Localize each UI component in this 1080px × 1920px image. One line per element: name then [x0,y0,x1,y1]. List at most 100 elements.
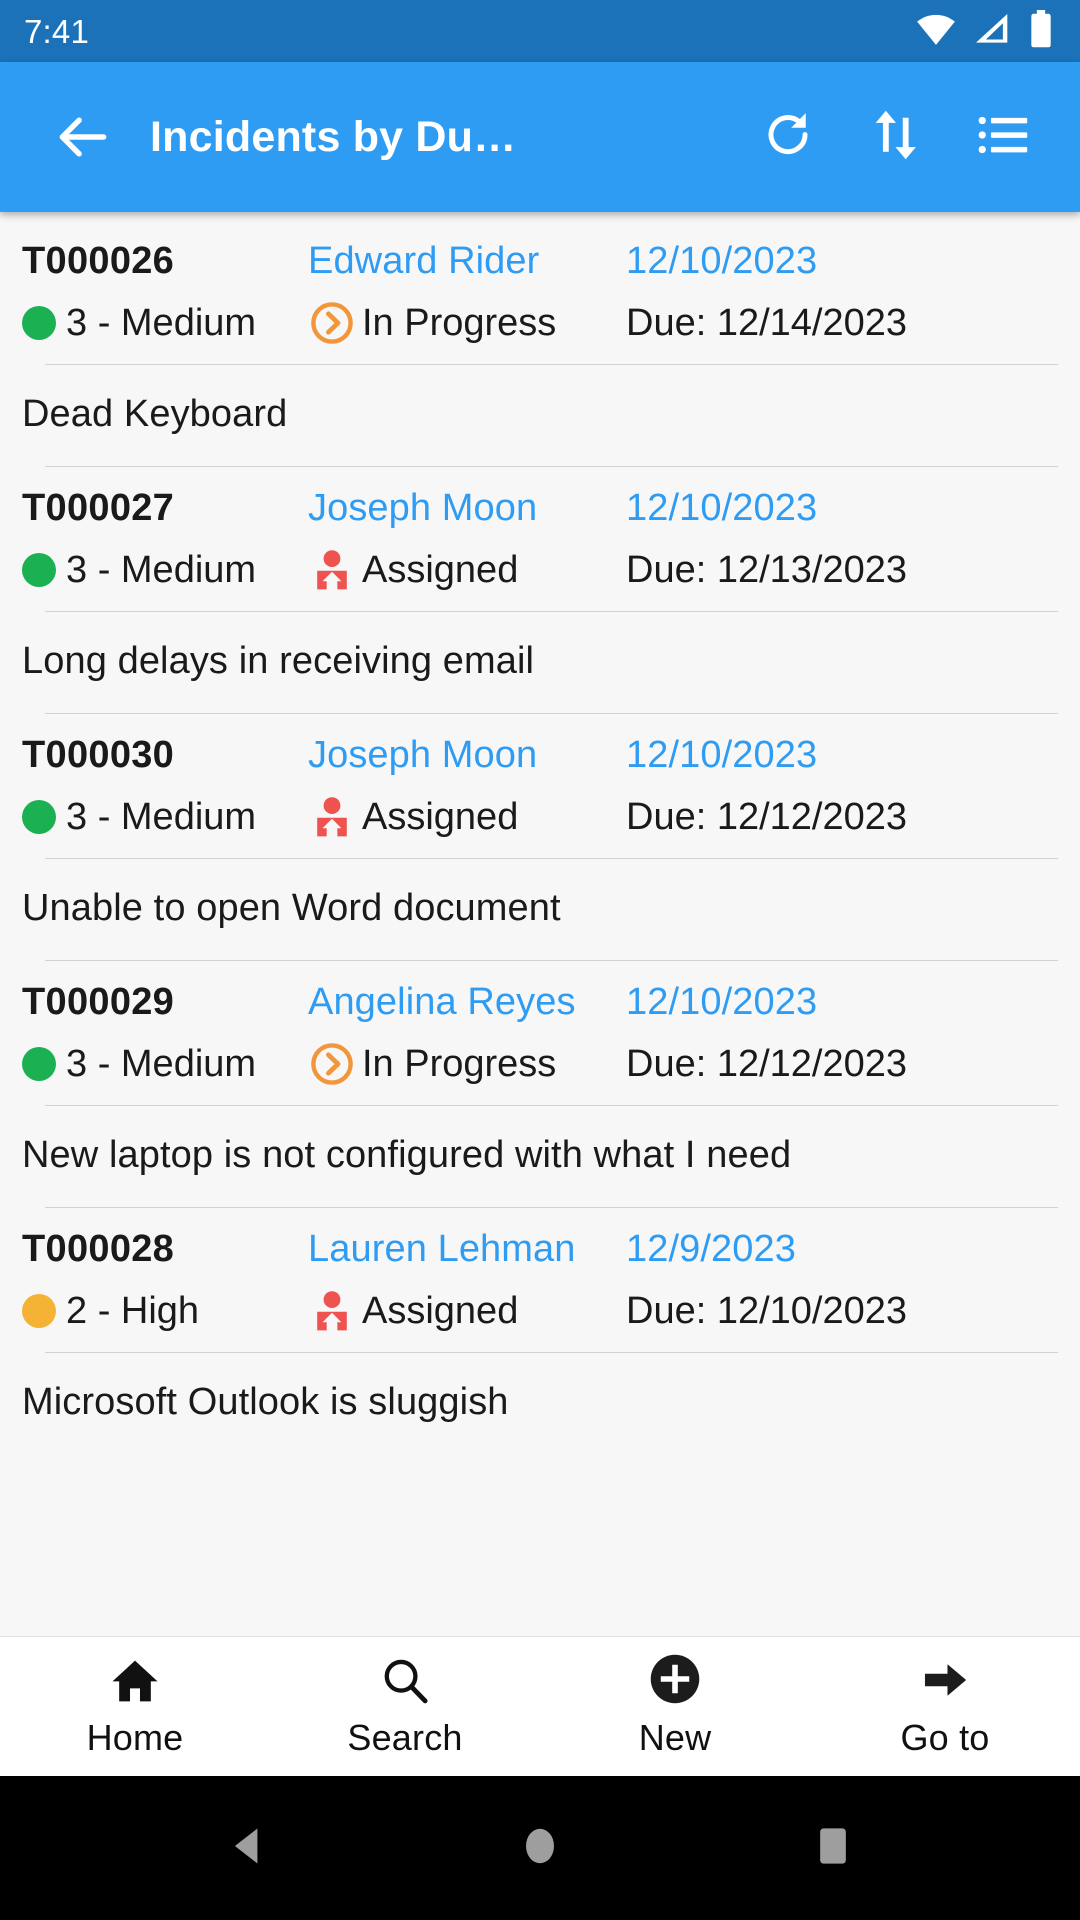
due-date: Due: 12/12/2023 [626,1042,908,1085]
column-assignee-status: Joseph Moon Assigned [308,477,626,601]
ticket-id: T000027 [22,486,175,529]
circle-home-icon [517,1823,563,1874]
incident-row[interactable]: T000030 3 - Medium Joseph Moon Assigned … [0,714,1080,854]
incident-list[interactable]: T000026 3 - Medium Edward Rider In Progr… [0,212,1080,1636]
created-date[interactable]: 12/10/2023 [626,981,817,1024]
assignee-link[interactable]: Angelina Reyes [308,981,576,1024]
column-dates: 12/10/2023 Due: 12/12/2023 [626,724,1058,848]
column-assignee-status: Edward Rider In Progress [308,230,626,354]
status-time: 7:41 [24,12,90,50]
column-assignee-status: Angelina Reyes In Progress [308,971,626,1095]
sort-arrows-icon [868,107,924,168]
priority-indicator: 3 - Medium [22,302,256,345]
menu-button[interactable] [964,97,1044,177]
column-dates: 12/10/2023 Due: 12/13/2023 [626,477,1058,601]
due-date: Due: 12/14/2023 [626,301,908,344]
list-item[interactable]: T000028 2 - High Lauren Lehman Assigned … [0,1208,1080,1454]
incident-row[interactable]: T000026 3 - Medium Edward Rider In Progr… [0,220,1080,360]
status-indicator: In Progress [308,1040,556,1088]
assignee-link[interactable]: Joseph Moon [308,487,537,530]
priority-dot [22,1294,56,1328]
created-date[interactable]: 12/10/2023 [626,487,817,530]
created-date[interactable]: 12/10/2023 [626,734,817,777]
incident-description[interactable]: Unable to open Word document [0,859,1080,960]
status-label: Assigned [362,548,519,591]
nav-item-search[interactable]: Search [270,1637,540,1776]
bottom-navigation: Home Search New Go to [0,1636,1080,1776]
priority-label: 3 - Medium [66,795,257,838]
status-label: In Progress [362,1042,557,1085]
system-navigation-bar [0,1776,1080,1920]
incident-row[interactable]: T000028 2 - High Lauren Lehman Assigned … [0,1208,1080,1348]
sort-button[interactable] [856,97,936,177]
status-indicator: Assigned [308,793,518,841]
created-date[interactable]: 12/9/2023 [626,1228,796,1271]
system-recents-button[interactable] [788,1803,878,1893]
column-assignee-status: Lauren Lehman Assigned [308,1218,626,1342]
priority-indicator: 2 - High [22,1290,199,1333]
priority-label: 3 - Medium [66,548,257,591]
list-item[interactable]: T000029 3 - Medium Angelina Reyes In Pro… [0,961,1080,1208]
square-recents-icon [810,1823,856,1874]
status-label: In Progress [362,301,557,344]
priority-indicator: 3 - Medium [22,549,256,592]
priority-label: 3 - Medium [66,1042,257,1085]
incident-description[interactable]: Dead Keyboard [0,365,1080,466]
status-label: Assigned [362,1289,519,1332]
ticket-id: T000030 [22,733,175,776]
column-identifier: T000027 3 - Medium [22,477,308,601]
priority-dot [22,800,56,834]
due-date: Due: 12/13/2023 [626,548,908,591]
incident-row[interactable]: T000027 3 - Medium Joseph Moon Assigned … [0,467,1080,607]
priority-label: 3 - Medium [66,301,257,344]
assignee-link[interactable]: Joseph Moon [308,734,537,777]
nav-item-goto[interactable]: Go to [810,1637,1080,1776]
back-button[interactable] [40,94,126,180]
priority-dot [22,1047,56,1081]
system-back-button[interactable] [202,1803,292,1893]
list-item[interactable]: T000027 3 - Medium Joseph Moon Assigned … [0,467,1080,714]
priority-indicator: 3 - Medium [22,1043,256,1086]
created-date[interactable]: 12/10/2023 [626,240,817,283]
incident-description[interactable]: New laptop is not configured with what I… [0,1106,1080,1207]
incident-row[interactable]: T000029 3 - Medium Angelina Reyes In Pro… [0,961,1080,1101]
column-identifier: T000029 3 - Medium [22,971,308,1095]
system-home-button[interactable] [495,1803,585,1893]
nav-label: New [638,1716,712,1758]
column-identifier: T000028 2 - High [22,1218,308,1342]
nav-item-new[interactable]: New [540,1637,810,1776]
incident-description[interactable]: Long delays in receiving email [0,612,1080,713]
ticket-id: T000026 [22,239,175,282]
priority-label: 2 - High [66,1289,200,1332]
status-label: Assigned [362,795,519,838]
column-identifier: T000026 3 - Medium [22,230,308,354]
incident-description[interactable]: Microsoft Outlook is sluggish [0,1353,1080,1454]
nav-label: Search [347,1716,463,1758]
nav-label: Go to [900,1716,990,1758]
status-icon-group [916,9,1054,53]
priority-dot [22,306,56,340]
due-date: Due: 12/12/2023 [626,795,908,838]
status-indicator: In Progress [308,299,556,347]
list-item[interactable]: T000026 3 - Medium Edward Rider In Progr… [0,220,1080,467]
mobile-screen: 7:41 Incidents by Du… T000026 3 - Medium… [0,0,1080,1920]
cellular-signal-icon [973,12,1011,51]
priority-indicator: 3 - Medium [22,796,256,839]
list-item[interactable]: T000030 3 - Medium Joseph Moon Assigned … [0,714,1080,961]
triangle-back-icon [222,1821,272,1876]
column-assignee-status: Joseph Moon Assigned [308,724,626,848]
assignee-link[interactable]: Lauren Lehman [308,1228,576,1271]
list-menu-icon [975,106,1033,169]
column-dates: 12/9/2023 Due: 12/10/2023 [626,1218,1058,1342]
app-bar: Incidents by Du… [0,62,1080,212]
battery-icon [1028,9,1054,53]
ticket-id: T000029 [22,980,175,1023]
page-title: Incidents by Du… [150,112,517,161]
refresh-button[interactable] [748,97,828,177]
nav-item-home[interactable]: Home [0,1637,270,1776]
in-progress-icon [308,1040,356,1088]
wifi-icon [916,12,956,51]
app-bar-actions [748,97,1044,177]
refresh-icon [760,107,816,168]
assignee-link[interactable]: Edward Rider [308,240,539,283]
